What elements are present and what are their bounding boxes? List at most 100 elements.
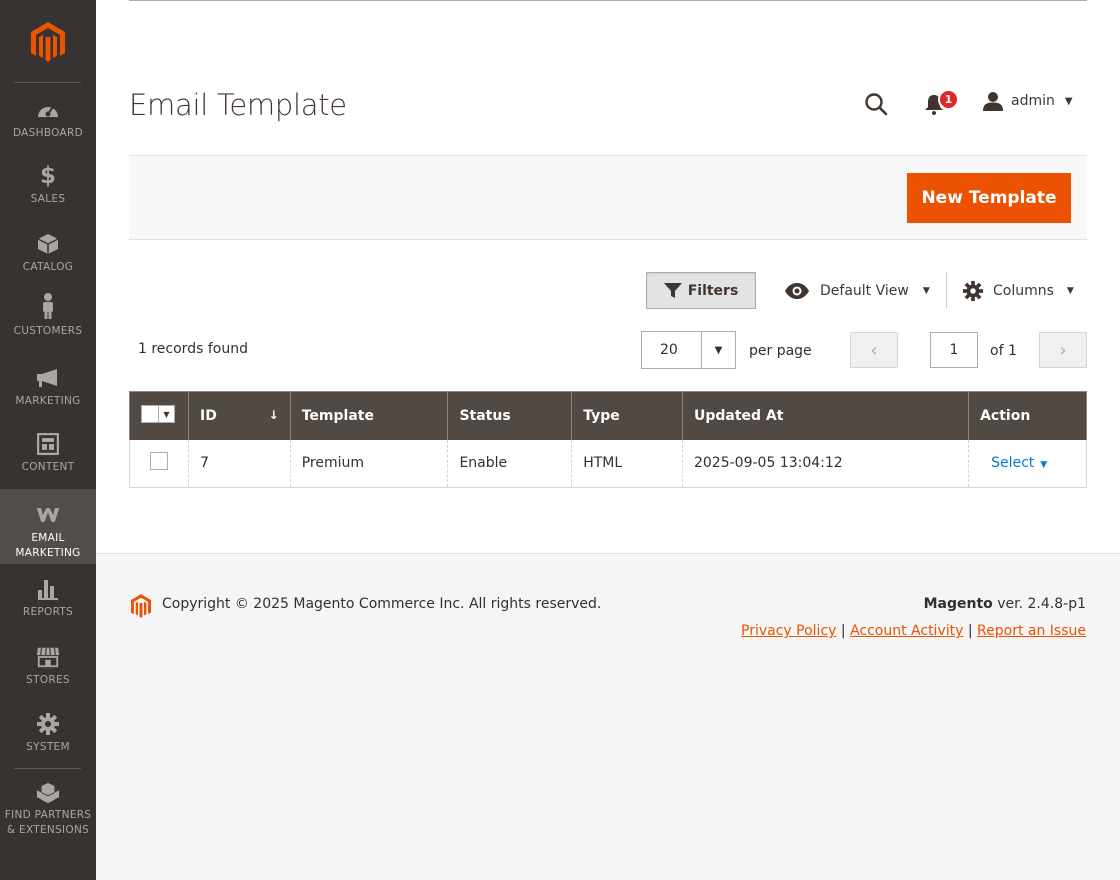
divider <box>96 553 1120 554</box>
footer-links: Privacy Policy | Account Activity | Repo… <box>741 623 1086 639</box>
search-icon[interactable] <box>864 92 888 116</box>
records-found: 1 records found <box>138 341 248 357</box>
divider <box>129 0 1087 1</box>
funnel-icon <box>663 282 682 298</box>
cell-template: Premium <box>289 439 449 488</box>
account-activity-link[interactable]: Account Activity <box>850 623 963 639</box>
per-page-select[interactable]: 20 ▼ <box>641 331 736 369</box>
gear-icon <box>962 280 984 302</box>
sidebar-item-email-marketing[interactable]: EMAIL MARKETING <box>0 489 96 564</box>
cell-updated-at: 2025-09-05 13:04:12 <box>681 439 970 488</box>
chevron-down-icon[interactable]: ▼ <box>701 332 735 368</box>
mass-select-dropdown[interactable]: ▼ <box>141 405 175 424</box>
view-label: Default View <box>820 283 909 299</box>
sidebar-item-label: FIND PARTNERS & EXTENSIONS <box>4 809 92 836</box>
admin-user-menu[interactable]: admin ▼ <box>983 90 1073 112</box>
sidebar-item-label: CONTENT <box>21 461 75 473</box>
page-number-input[interactable]: 1 <box>930 332 978 368</box>
columns-dropdown[interactable]: Columns ▼ <box>962 278 1074 304</box>
chevron-left-icon: ‹ <box>870 339 878 361</box>
previous-page-button[interactable]: ‹ <box>850 332 898 368</box>
columns-label: Columns <box>993 283 1054 299</box>
sidebar-item-label: SYSTEM <box>26 741 70 753</box>
sidebar-item-label: STORES <box>26 674 70 686</box>
chevron-right-icon: › <box>1059 339 1067 361</box>
chevron-down-icon: ▼ <box>922 286 930 296</box>
chevron-down-icon: ▼ <box>1066 286 1074 296</box>
magento-logo-icon[interactable] <box>28 20 68 64</box>
cubes-icon <box>36 781 60 805</box>
mass-select-checkbox[interactable] <box>142 406 158 422</box>
sidebar-item-catalog[interactable]: CATALOG <box>0 232 96 282</box>
report-issue-link[interactable]: Report an Issue <box>977 623 1086 639</box>
cell-type: HTML <box>571 439 683 488</box>
store-icon <box>36 645 60 669</box>
column-header-id[interactable]: ID ↓ <box>188 391 291 440</box>
sidebar-item-customers[interactable]: CUSTOMERS <box>0 292 96 344</box>
box-icon <box>36 232 60 256</box>
column-header-action: Action <box>968 391 1087 440</box>
sidebar-item-label: REPORTS <box>22 606 74 618</box>
sidebar-item-sales[interactable]: $ SALES <box>0 163 96 214</box>
table-row[interactable]: 7 Premium Enable HTML 2025-09-05 13:04:1… <box>129 439 1087 488</box>
row-action-select[interactable]: Select ▼ <box>980 455 1047 471</box>
filters-label: Filters <box>687 282 739 299</box>
default-view-dropdown[interactable]: Default View ▼ <box>784 278 930 304</box>
page-title: Email Template <box>129 88 347 122</box>
sidebar-item-label: EMAIL MARKETING <box>15 532 81 559</box>
notifications-badge[interactable]: 1 <box>938 89 959 110</box>
email-templates-grid: ▼ ID ↓ Template Status Type Updated At Ac… <box>129 391 1087 488</box>
column-header-template[interactable]: Template <box>289 391 449 440</box>
cell-action: Select ▼ <box>968 439 1087 488</box>
sidebar-item-find-partners[interactable]: FIND PARTNERS & EXTENSIONS <box>0 781 96 841</box>
per-page-value: 20 <box>660 342 678 358</box>
total-pages: of 1 <box>990 343 1017 359</box>
filters-button[interactable]: Filters <box>646 272 756 309</box>
privacy-policy-link[interactable]: Privacy Policy <box>741 623 836 639</box>
cell-status: Enable <box>447 439 573 488</box>
mass-select-header: ▼ <box>129 391 189 440</box>
row-select-cell <box>129 439 189 488</box>
version-info: Magento ver. 2.4.8-p1 <box>923 596 1086 612</box>
column-header-updated-at[interactable]: Updated At <box>681 391 970 440</box>
column-header-type[interactable]: Type <box>571 391 683 440</box>
sidebar-item-label: DASHBOARD <box>12 127 83 139</box>
sidebar-item-content[interactable]: CONTENT <box>0 432 96 482</box>
new-template-button[interactable]: New Template <box>907 173 1071 223</box>
dashboard-icon <box>36 98 60 122</box>
admin-username: admin <box>1011 93 1055 109</box>
sort-arrow-icon: ↓ <box>268 407 279 422</box>
sidebar-item-label: SALES <box>30 193 66 205</box>
sidebar-item-label: MARKETING <box>15 395 81 407</box>
user-icon <box>983 92 1003 111</box>
eye-icon <box>785 283 809 299</box>
admin-sidebar: DASHBOARD $ SALES CATALOG CUSTOMERS MARK… <box>0 0 96 880</box>
next-page-button[interactable]: › <box>1039 332 1087 368</box>
chevron-down-icon: ▼ <box>1040 460 1048 471</box>
cell-id: 7 <box>188 439 291 488</box>
magento-logo-icon <box>130 594 152 618</box>
table-header-row: ▼ ID ↓ Template Status Type Updated At Ac… <box>129 391 1087 440</box>
sidebar-item-label: CATALOG <box>22 261 74 273</box>
gear-icon <box>36 712 60 736</box>
copyright-text: Copyright © 2025 Magento Commerce Inc. A… <box>162 596 602 612</box>
column-header-status[interactable]: Status <box>447 391 573 440</box>
sidebar-item-system[interactable]: SYSTEM <box>0 712 96 762</box>
bar-chart-icon <box>36 577 60 601</box>
sidebar-item-reports[interactable]: REPORTS <box>0 577 96 627</box>
w-icon <box>36 503 60 527</box>
layout-icon <box>36 432 60 456</box>
person-icon <box>36 292 60 320</box>
sidebar-item-dashboard[interactable]: DASHBOARD <box>0 98 96 148</box>
row-checkbox[interactable] <box>150 452 168 471</box>
page-actions-bar: New Template <box>129 155 1087 240</box>
sidebar-item-stores[interactable]: STORES <box>0 645 96 695</box>
sidebar-item-label: CUSTOMERS <box>13 325 83 337</box>
megaphone-icon <box>36 366 60 390</box>
sidebar-item-marketing[interactable]: MARKETING <box>0 366 96 416</box>
main-content: Email Template 1 admin ▼ New Template Fi… <box>96 0 1120 554</box>
dollar-icon: $ <box>39 163 56 189</box>
chevron-down-icon: ▼ <box>1064 95 1073 107</box>
per-page-label: per page <box>749 343 812 359</box>
chevron-down-icon[interactable]: ▼ <box>158 406 174 423</box>
